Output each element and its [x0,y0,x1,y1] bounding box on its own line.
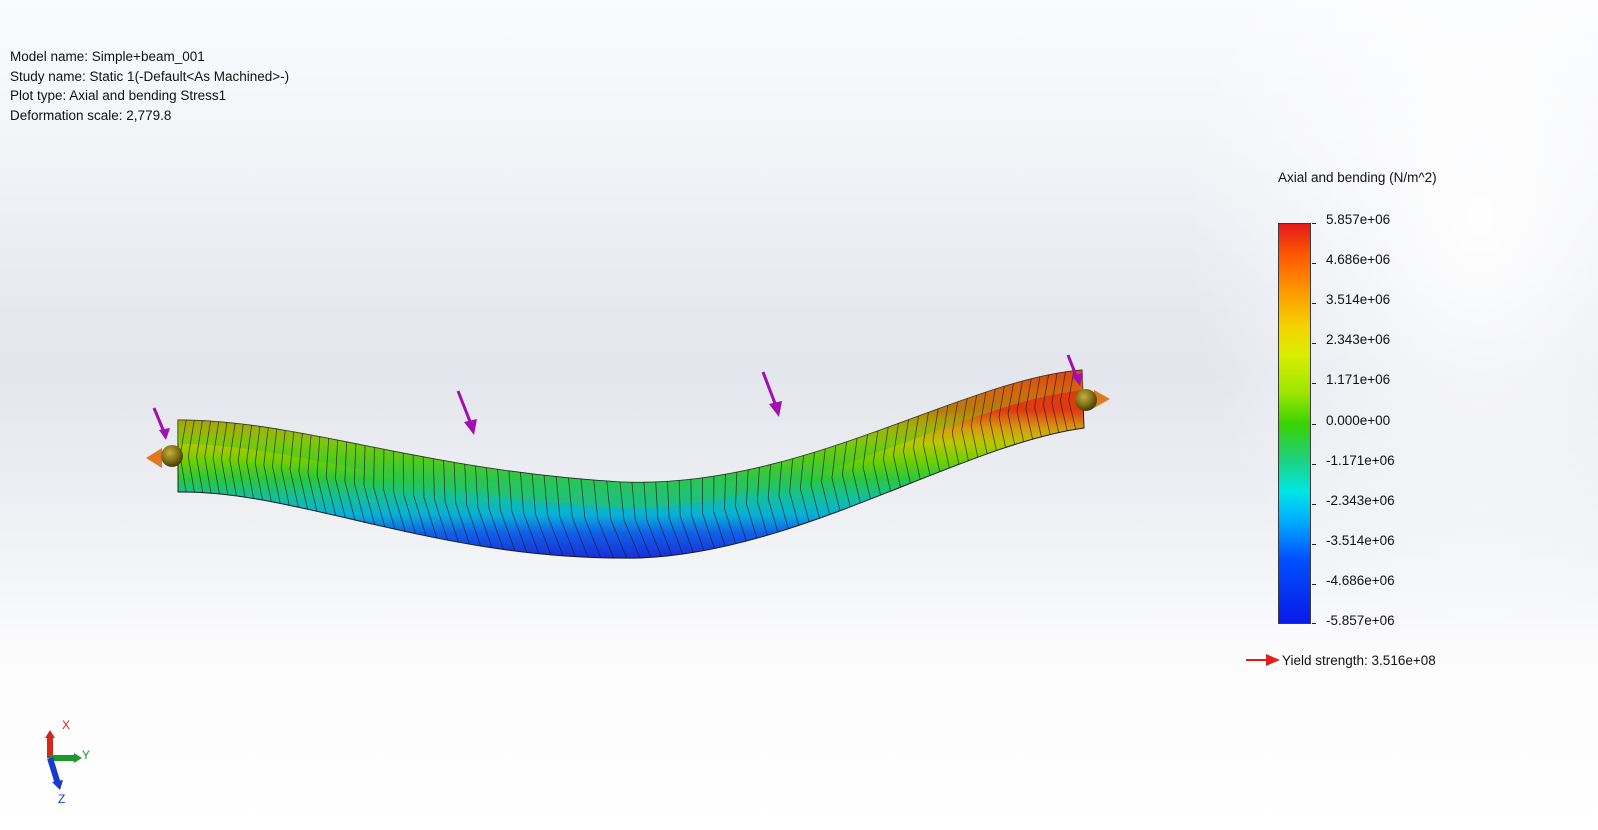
legend-tick [1312,423,1316,425]
reference-triad-icon[interactable]: X Y Z [36,718,96,808]
legend-tick [1312,503,1316,505]
legend-label: 5.857e+06 [1326,212,1391,227]
deformed-beam[interactable] [177,369,1085,559]
fixture-icon [146,445,183,468]
legend-tick [1312,543,1316,545]
legend-tick [1312,303,1316,305]
legend-label: -5.857e+06 [1326,613,1395,628]
legend-label: 0.000e+00 [1326,412,1391,428]
yield-strength: Yield strength: 3.516e+08 [1282,652,1436,668]
legend-label: -2.343e+06 [1326,492,1395,508]
legend-tick [1312,263,1316,265]
legend-label: 4.686e+06 [1326,252,1391,268]
distributed-load-arrow-icon [761,371,782,417]
yield-arrow-icon [1246,654,1280,666]
fixture-icon [1075,389,1110,411]
legend-title: Axial and bending (N/m^2) [1278,170,1437,185]
legend-label: -4.686e+06 [1326,572,1395,588]
yield-strength-row: Yield strength: 3.516e+08 [1246,651,1436,669]
legend-color-bar [1278,223,1311,624]
legend-tick [1312,383,1316,385]
triad-z-label: Z [58,792,66,806]
triad-x-label: X [62,718,71,732]
legend-label: -3.514e+06 [1326,532,1395,548]
legend-label: 1.171e+06 [1326,372,1391,388]
legend-tick [1312,623,1316,624]
legend-label: 3.514e+06 [1326,292,1391,308]
legend-label: 2.343e+06 [1326,332,1391,348]
legend-label: -1.171e+06 [1326,452,1395,468]
triad-y-label: Y [82,748,91,762]
distributed-load-arrow-icon [456,390,477,435]
legend-tick [1312,223,1316,224]
legend-ticks [1312,223,1318,624]
distributed-load-arrow-icon [152,407,170,440]
legend-tick [1312,343,1316,345]
legend-tick [1312,583,1316,585]
legend-tick [1312,463,1316,465]
